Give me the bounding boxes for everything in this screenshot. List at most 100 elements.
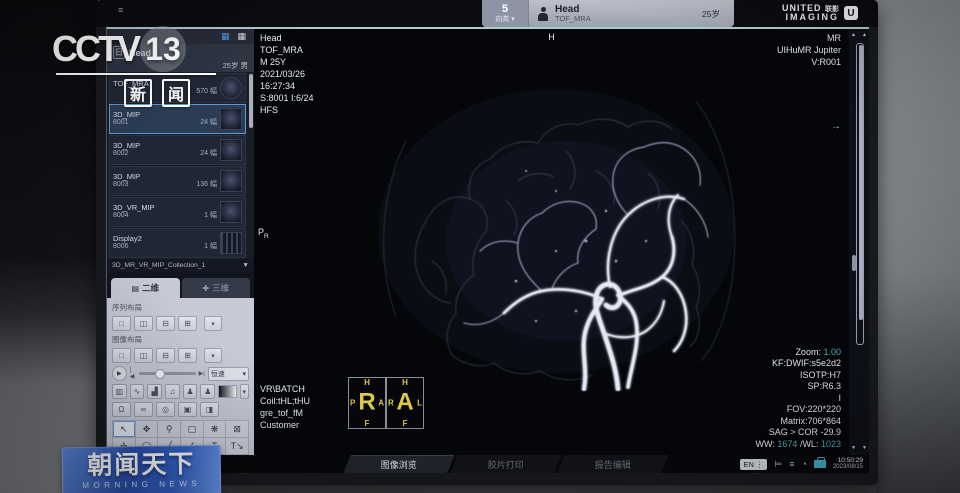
banner-nav-label: 向类 <box>495 16 509 23</box>
clipboard-icon[interactable]: ▣ <box>178 402 197 417</box>
program-title: 朝闻天下 <box>87 452 195 479</box>
channel-number: 13 <box>145 31 181 68</box>
taskbar: 图像浏览 胶片打印 报告编辑 EN⋮ ⊨ ≡ ◔ 10:50:29 2023/0… <box>107 455 869 473</box>
series-count-dropdown[interactable]: 5 向类 ▾ <box>482 0 529 27</box>
link-series-icon[interactable]: ∞ <box>134 402 153 417</box>
scanner-info-overlay: MRUIHuMR Jupiter V:R001 <box>777 32 841 68</box>
gradient-dropdown[interactable]: ▾ <box>240 384 249 399</box>
scroll-up-icon[interactable]: ▲ <box>851 32 856 38</box>
layout-1x1-button[interactable]: □ <box>112 316 131 331</box>
tab-3d[interactable]: ✚ 三维 <box>182 278 251 298</box>
tab-film-print[interactable]: 胶片打印 <box>450 455 561 473</box>
layout-1x2-button[interactable]: ◫ <box>134 316 153 331</box>
scroll-up-icon[interactable]: ▲ <box>862 32 867 38</box>
image-viewport[interactable]: HeadTOF_MRA M 25Y2021/03/26 16:27:34S:80… <box>254 29 849 455</box>
body-front-icon[interactable]: ♟ <box>183 384 198 399</box>
filter-icon[interactable]: ▼ <box>242 262 249 269</box>
series-item[interactable]: 3D_VR_MIP 80041 幅 <box>109 197 246 227</box>
series-item[interactable]: 3D_MIP 800224 幅 <box>109 135 246 165</box>
ww-value: 1674 <box>777 439 797 449</box>
tab-report-edit[interactable]: 报告编辑 <box>557 455 668 473</box>
language-button[interactable]: EN⋮ <box>740 459 768 470</box>
nav-arrow-icon[interactable]: → <box>831 121 841 133</box>
taskbar-tray: EN⋮ ⊨ ≡ ◔ 10:50:29 2023/08/15 <box>740 455 870 473</box>
layout-2x2-button[interactable]: ⊞ <box>178 348 197 363</box>
link-icon-row: Ω ∞ ◎ ▣ ◨ <box>112 402 249 417</box>
layout-more-dropdown[interactable]: ▾ <box>204 348 222 363</box>
parameters-overlay: Zoom: 1.00 KF:DWIF:s5e2d2 ISOTP:H7 SP:R6… <box>756 347 841 451</box>
series-item[interactable]: 3D_MIP 8003136 幅 <box>109 166 246 196</box>
frame-slider[interactable] <box>139 372 196 375</box>
target-icon[interactable]: ◎ <box>156 402 175 417</box>
series-layout-buttons: □ ◫ ⊟ ⊞ ▾ <box>112 316 249 331</box>
pan-tool[interactable]: ✥ <box>136 421 158 437</box>
notes-icon[interactable]: ♫ <box>165 384 180 399</box>
window-menu-icon[interactable]: ≡ <box>118 5 123 15</box>
tab-2d[interactable]: ▤ 二维 <box>111 278 180 298</box>
workflow-tabs: 图像浏览 胶片打印 报告编辑 <box>347 455 665 473</box>
banner-patient-age: 25岁 <box>702 8 734 20</box>
body-back-icon[interactable]: ♟ <box>200 384 215 399</box>
series-item[interactable]: Display2 80061 幅 <box>109 228 246 258</box>
last-frame-button[interactable]: ▶| <box>199 370 205 377</box>
series-name: 3D_VR_MIP <box>113 204 217 213</box>
chevron-down-icon: ▾ <box>511 16 515 23</box>
series-frames: 1 幅 <box>204 212 217 220</box>
series-name: Display2 <box>113 235 217 244</box>
slider-knob[interactable] <box>155 369 165 379</box>
clock-icon[interactable]: ◔ <box>802 460 807 469</box>
series-thumbnail <box>220 170 242 192</box>
layout-1x1-button[interactable]: □ <box>112 348 131 363</box>
series-number: 8006 <box>113 243 129 251</box>
delete-region-tool[interactable]: ⊠ <box>226 421 248 437</box>
layout-1x2-button[interactable]: ◫ <box>134 348 153 363</box>
orientation-top-label: H <box>548 31 555 43</box>
crop-tool[interactable]: ▢ <box>181 421 203 437</box>
waveform-icon[interactable]: ∿ <box>130 384 145 399</box>
layout-more-dropdown[interactable]: ▾ <box>204 316 222 331</box>
scroll-down-icon[interactable]: ▼ <box>851 445 856 451</box>
orientation-marker-a: A H R L F <box>386 377 424 429</box>
patient-icon <box>537 7 549 21</box>
viewer-scrollbar-thumb[interactable] <box>859 45 863 320</box>
magnet-icon[interactable]: Ω <box>112 402 131 417</box>
playlist-icon[interactable]: ⊨ <box>774 460 782 469</box>
menu-icon[interactable]: ≡ <box>789 460 794 469</box>
mra-brain-image <box>366 81 746 391</box>
window-gradient-control[interactable] <box>218 385 236 398</box>
logo-underline <box>56 73 216 75</box>
united-imaging-mark-icon: U <box>844 6 858 20</box>
image-layout-label: 图像布局 <box>112 334 249 345</box>
patient-banner: 5 向类 ▾ Head TOF_MRA 25岁 <box>482 0 734 27</box>
banner-series-name: TOF_MRA <box>555 15 591 23</box>
tab-image-browse[interactable]: 图像浏览 <box>343 455 454 473</box>
layout-2x1-button[interactable]: ⊟ <box>156 348 175 363</box>
layout-2x1-button[interactable]: ⊟ <box>156 316 175 331</box>
copy-icon[interactable]: ◨ <box>200 402 219 417</box>
series-layout-label: 序列布局 <box>112 302 249 313</box>
first-frame-button[interactable]: |◀ <box>130 367 136 380</box>
background-wall <box>876 0 960 493</box>
zoom-tool[interactable]: ⚲ <box>158 421 180 437</box>
enhance-tool[interactable]: ❋ <box>204 421 226 437</box>
cctv-channel-logo: CCTV 13 新 闻 <box>52 26 252 112</box>
pointer-tool[interactable]: ↖ <box>113 421 135 437</box>
series-number: 8001 <box>113 119 129 127</box>
play-button[interactable]: ▶ <box>112 366 127 381</box>
series-number: 8003 <box>113 181 129 189</box>
briefcase-icon[interactable] <box>814 460 826 468</box>
caption-char-wen: 闻 <box>162 79 190 107</box>
layout-2x2-button[interactable]: ⊞ <box>178 316 197 331</box>
orientation-markers: R H P A F A H R L F <box>348 377 424 429</box>
program-banner: 朝闻天下 MORNING NEWS <box>62 445 222 493</box>
united-imaging-logo: UNITED 联影 IMAGING U <box>782 4 858 22</box>
bar-chart-icon[interactable]: ▟ <box>147 384 162 399</box>
series-count: 5 <box>502 4 508 15</box>
speed-dropdown[interactable]: 恒速▾ <box>208 367 249 381</box>
scroll-down-icon[interactable]: ▼ <box>862 445 867 451</box>
collection-row[interactable]: 3D_MR_VR_MIP_Collection_1 ▼ <box>107 259 254 272</box>
arrow-annotation-tool[interactable]: T↘ <box>226 438 248 454</box>
slice-slider-handle[interactable] <box>852 255 856 271</box>
caption-char-xin: 新 <box>124 79 152 107</box>
histogram-icon[interactable]: ▥ <box>112 384 127 399</box>
